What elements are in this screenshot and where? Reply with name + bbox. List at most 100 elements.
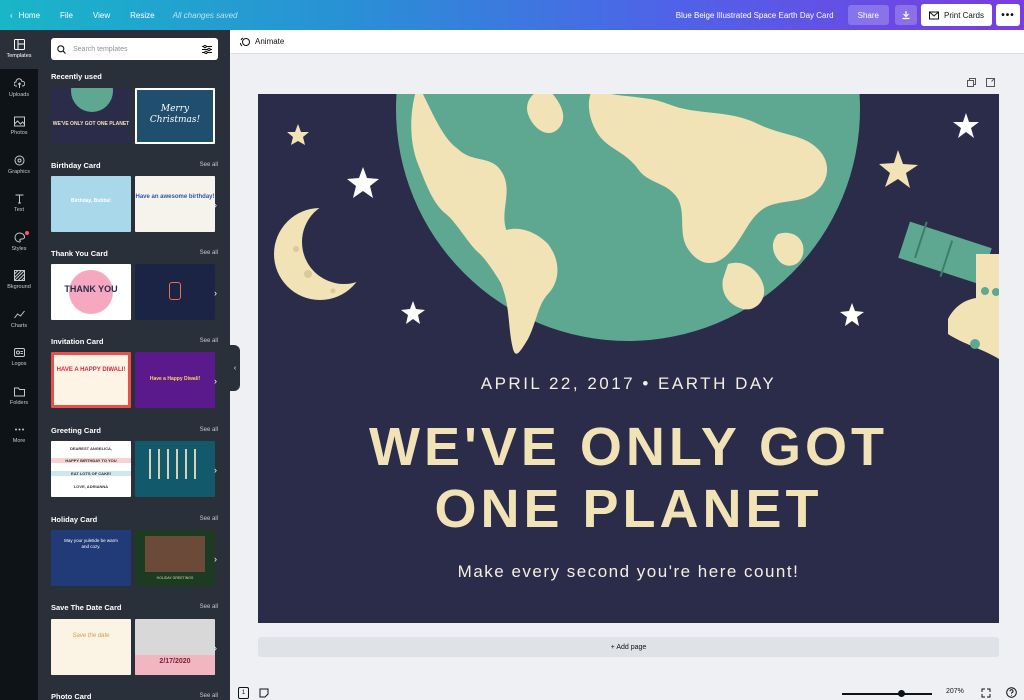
collapse-panel-button[interactable]: ‹	[230, 345, 240, 391]
view-menu[interactable]: View	[83, 11, 120, 20]
see-all-link[interactable]: See all	[200, 516, 218, 522]
page-tools	[967, 78, 995, 87]
document-title[interactable]: Blue Beige Illustrated Space Earth Day C…	[676, 11, 848, 20]
template-thumb[interactable]: 2/17/2020	[135, 619, 215, 675]
template-thumb[interactable]: THANK YOU	[51, 264, 131, 320]
template-thumb[interactable]: HOLIDAY GREETINGS	[135, 530, 215, 586]
more-icon	[14, 428, 24, 431]
fullscreen-icon[interactable]	[981, 688, 991, 698]
upload-icon	[13, 78, 25, 88]
see-all-link[interactable]: See all	[200, 338, 218, 344]
search-input[interactable]: Search templates	[51, 38, 218, 60]
rail-item-uploads[interactable]: Uploads	[0, 69, 38, 108]
rail-item-photos[interactable]: Photos	[0, 107, 38, 146]
filter-icon[interactable]	[202, 44, 212, 54]
section-title: Greeting Card	[51, 426, 102, 435]
templates-panel: Search templates Recently used WE'VE ONL…	[38, 30, 230, 700]
headline-line-2: ONE PLANET	[434, 479, 823, 539]
download-button[interactable]	[894, 5, 917, 25]
rail-item-folders[interactable]: Folders	[0, 377, 38, 416]
section-title: Thank You Card	[51, 249, 108, 258]
file-menu[interactable]: File	[50, 11, 83, 20]
card-artwork	[274, 94, 999, 359]
template-thumb[interactable]: Have an awesome birthday!	[135, 176, 215, 232]
template-thumb[interactable]: Merry Christmas!	[135, 88, 215, 144]
rail-item-logos[interactable]: Logos	[0, 338, 38, 377]
chevron-right-icon[interactable]: ›	[214, 288, 224, 298]
zoom-level[interactable]: 207%	[946, 688, 964, 695]
see-all-link[interactable]: See all	[200, 604, 218, 610]
search-placeholder: Search templates	[73, 45, 128, 53]
add-page-button[interactable]: + Add page	[258, 637, 999, 657]
rail-item-styles[interactable]: Styles	[0, 223, 38, 262]
see-all-link[interactable]: See all	[200, 693, 218, 699]
chevron-right-icon[interactable]: ›	[214, 376, 224, 386]
zoom-slider-track[interactable]	[842, 693, 932, 695]
template-thumb[interactable]: WE'VE ONLY GOT ONE PLANET	[51, 88, 131, 144]
save-status: All changes saved	[172, 10, 238, 20]
section-title: Save The Date Card	[51, 603, 122, 612]
card-date-text[interactable]: APRIL 22, 2017 • EARTH DAY	[258, 374, 999, 394]
card-tagline[interactable]: Make every second you're here count!	[258, 562, 999, 582]
palette-icon	[14, 232, 25, 243]
add-page-icon[interactable]	[986, 78, 995, 87]
template-thumb[interactable]: DEAREST ANGELICA, HAPPY BIRTHDAY TO YOU …	[51, 441, 131, 497]
zoom-slider-handle[interactable]	[898, 690, 905, 697]
rail-item-more[interactable]: More	[0, 415, 38, 454]
background-icon	[13, 270, 25, 282]
image-icon	[13, 116, 25, 127]
template-thumb[interactable]	[135, 441, 215, 497]
print-cards-button[interactable]: Print Cards	[920, 4, 992, 26]
animate-button[interactable]: Animate	[255, 37, 284, 46]
envelope-icon	[928, 11, 939, 19]
notification-dot	[25, 230, 29, 235]
see-all-link[interactable]: See all	[200, 162, 218, 168]
help-icon[interactable]	[1006, 687, 1017, 698]
chevron-right-icon[interactable]: ›	[214, 465, 224, 475]
card-headline[interactable]: WE'VE ONLY GOT ONE PLANET	[258, 416, 999, 540]
templates-icon	[13, 39, 25, 51]
editor-toolbar: Animate	[230, 30, 1024, 54]
template-thumb[interactable]: HAVE A HAPPY DIWALI!	[51, 352, 131, 408]
share-button[interactable]: Share	[847, 5, 889, 25]
top-bar: ‹ Home File View Resize All changes save…	[0, 0, 1024, 30]
text-icon	[15, 194, 23, 204]
section-title: Invitation Card	[51, 337, 104, 346]
rail-item-templates[interactable]: Templates	[0, 30, 38, 69]
template-thumb[interactable]	[135, 264, 215, 320]
resize-menu[interactable]: Resize	[120, 11, 164, 20]
rail-item-text[interactable]: Text	[0, 184, 38, 223]
search-icon	[57, 44, 66, 54]
more-options-button[interactable]: •••	[996, 4, 1020, 26]
satellite-illustration	[898, 221, 999, 359]
design-canvas[interactable]: APRIL 22, 2017 • EARTH DAY WE'VE ONLY GO…	[258, 94, 999, 623]
notes-icon[interactable]	[259, 688, 269, 698]
template-thumb[interactable]: May your yuletide be warm and cozy.	[51, 530, 131, 586]
section-title: Photo Card	[51, 692, 92, 700]
page-number-indicator[interactable]: 1	[238, 687, 249, 699]
folder-icon	[13, 387, 25, 397]
section-title: Birthday Card	[51, 161, 101, 170]
duplicate-page-icon[interactable]	[967, 78, 976, 87]
template-thumb[interactable]: Save the date	[51, 619, 131, 675]
chevron-right-icon[interactable]: ›	[214, 200, 224, 210]
crescent-moon	[274, 200, 386, 300]
template-thumb[interactable]: Have a Happy Diwali!	[135, 352, 215, 408]
bottom-bar: 1 207%	[230, 686, 1024, 700]
rail-item-graphics[interactable]: Graphics	[0, 146, 38, 185]
chevron-left-icon: ‹	[10, 10, 13, 20]
chevron-right-icon[interactable]: ›	[214, 554, 224, 564]
animate-icon	[240, 37, 250, 46]
shapes-icon	[14, 155, 24, 166]
earth-illustration	[396, 94, 860, 354]
logo-icon	[13, 348, 25, 358]
see-all-link[interactable]: See all	[200, 250, 218, 256]
chevron-right-icon[interactable]: ›	[214, 643, 224, 653]
template-thumb[interactable]: Birthday, Bubba!	[51, 176, 131, 232]
home-button[interactable]: ‹ Home	[0, 11, 50, 20]
rail-item-charts[interactable]: Charts	[0, 300, 38, 339]
section-title: Recently used	[51, 72, 102, 81]
headline-line-1: WE'VE ONLY GOT	[369, 417, 888, 477]
see-all-link[interactable]: See all	[200, 427, 218, 433]
rail-item-background[interactable]: Bkground	[0, 261, 38, 300]
